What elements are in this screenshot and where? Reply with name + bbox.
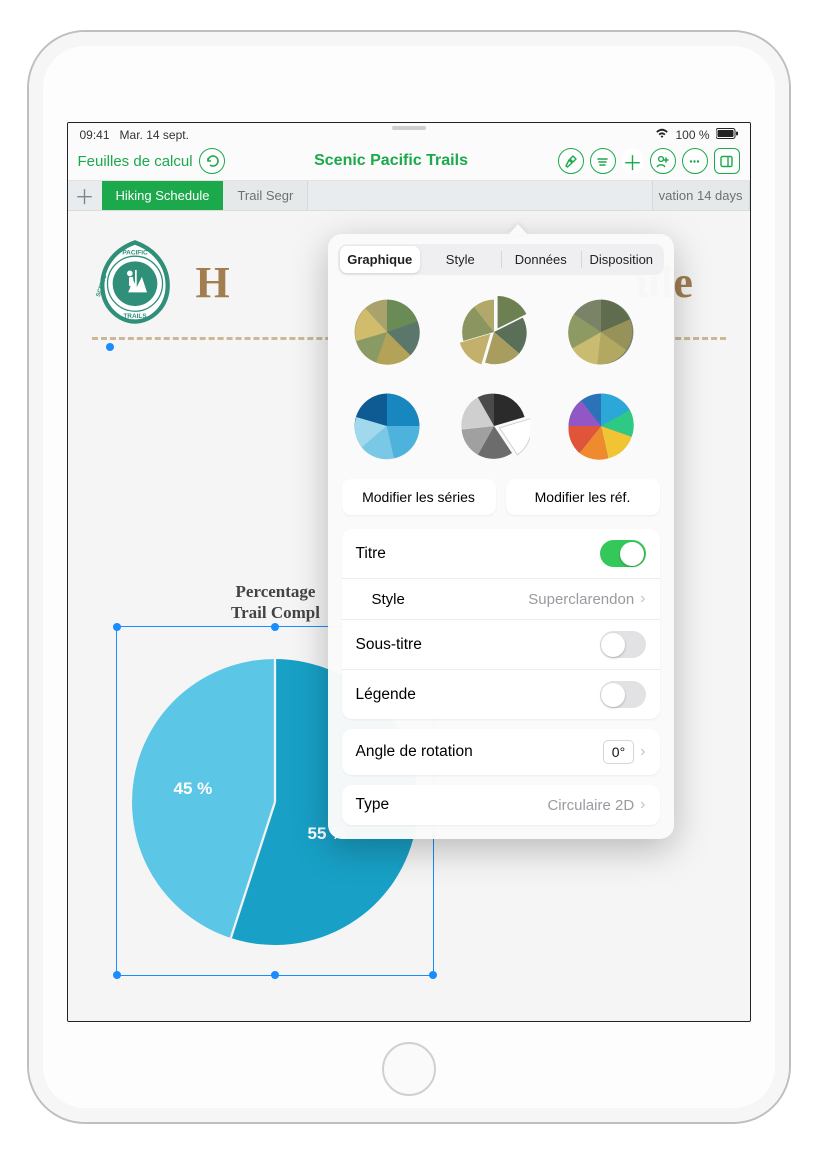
chevron-right-icon: › [640, 796, 645, 814]
collab-icon[interactable] [650, 148, 676, 174]
popover-button-row: Modifier les séries Modifier les réf. [342, 479, 660, 515]
title-toggle[interactable] [600, 540, 646, 567]
row-subtitle: Sous-titre [342, 620, 660, 670]
row-rotation-label: Angle de rotation [356, 743, 473, 761]
resize-handle-s[interactable] [271, 971, 279, 979]
chart-style-6[interactable] [560, 385, 642, 467]
chart-style-4[interactable] [346, 385, 428, 467]
chart-style-5[interactable] [453, 385, 535, 467]
multitask-handle[interactable] [392, 126, 426, 130]
ipad-frame: 09:41 Mar. 14 sept. 100 % Feuilles de ca… [29, 32, 789, 1122]
seg-data[interactable]: Données [501, 246, 582, 273]
chevron-right-icon: › [640, 590, 645, 608]
row-rotation[interactable]: Angle de rotation 0° › [342, 729, 660, 775]
resize-handle-nw[interactable] [113, 623, 121, 631]
seg-graph[interactable]: Graphique [340, 246, 421, 273]
edit-series-button[interactable]: Modifier les séries [342, 479, 496, 515]
settings-list-1: Titre Style Superclarendon › Sous-titre L… [342, 529, 660, 719]
row-style-label: Style [372, 591, 405, 608]
row-title: Titre [342, 529, 660, 579]
screen: 09:41 Mar. 14 sept. 100 % Feuilles de ca… [67, 122, 751, 1022]
legend-toggle[interactable] [600, 681, 646, 708]
status-left: 09:41 Mar. 14 sept. [80, 128, 189, 142]
popover-segmented-control[interactable]: Graphique Style Données Disposition [338, 244, 664, 275]
resize-handle-n[interactable] [271, 623, 279, 631]
chart-style-grid [338, 275, 664, 479]
add-sheet-button[interactable]: ＋ [68, 181, 102, 210]
title-selection-handle[interactable] [106, 343, 114, 351]
row-style[interactable]: Style Superclarendon › [342, 579, 660, 620]
status-time: 09:41 [80, 128, 110, 142]
app-toolbar: Feuilles de calcul Scenic Pacific Trails… [68, 144, 750, 181]
row-type-label: Type [356, 796, 390, 814]
back-button[interactable]: Feuilles de calcul [78, 153, 193, 170]
edit-refs-button[interactable]: Modifier les réf. [506, 479, 660, 515]
subtitle-toggle[interactable] [600, 631, 646, 658]
settings-list-3: Type Circulaire 2D › [342, 785, 660, 825]
row-legend: Légende [342, 670, 660, 719]
brand-logo: PACIFIC TRAILS SCENIC [92, 239, 178, 325]
rotation-value[interactable]: 0° [603, 740, 634, 764]
chart-style-3[interactable] [560, 291, 642, 373]
insert-icon[interactable]: ＋ [622, 148, 644, 174]
row-title-label: Titre [356, 545, 386, 563]
row-type[interactable]: Type Circulaire 2D › [342, 785, 660, 825]
slice-b-label: 45 % [174, 779, 213, 799]
spreadsheet-canvas[interactable]: PACIFIC TRAILS SCENIC H ________________… [68, 211, 750, 1022]
filter-icon[interactable] [590, 148, 616, 174]
row-type-value: Circulaire 2D [547, 797, 634, 814]
sheet-tab-overflow[interactable]: vation 14 days [652, 181, 750, 210]
svg-text:TRAILS: TRAILS [123, 313, 147, 320]
sheet-tabs: ＋ Hiking Schedule Trail Segr vation 14 d… [68, 181, 750, 211]
status-date: Mar. 14 sept. [120, 128, 189, 142]
sheet-tab-next[interactable]: Trail Segr [223, 181, 308, 210]
svg-text:PACIFIC: PACIFIC [122, 249, 148, 256]
format-brush-icon[interactable] [558, 148, 584, 174]
chart-style-2[interactable] [453, 291, 535, 373]
format-popover: Graphique Style Données Disposition Modi… [328, 234, 674, 839]
sheet-tab-active[interactable]: Hiking Schedule [102, 181, 224, 210]
chevron-right-icon: › [640, 743, 645, 761]
status-right: 100 % [655, 127, 737, 142]
chart-style-1[interactable] [346, 291, 428, 373]
undo-icon[interactable] [199, 148, 225, 174]
row-legend-label: Légende [356, 686, 416, 704]
battery-text: 100 % [675, 128, 709, 142]
seg-layout[interactable]: Disposition [581, 246, 662, 273]
row-style-value: Superclarendon [528, 591, 634, 608]
settings-list-2: Angle de rotation 0° › [342, 729, 660, 775]
sidebar-icon[interactable] [714, 148, 740, 174]
resize-handle-sw[interactable] [113, 971, 121, 979]
document-title[interactable]: Scenic Pacific Trails [231, 152, 552, 170]
battery-icon [716, 128, 738, 142]
more-icon[interactable] [682, 148, 708, 174]
home-button[interactable] [382, 1042, 436, 1096]
row-subtitle-label: Sous-titre [356, 636, 422, 654]
wifi-icon [655, 127, 669, 142]
resize-handle-se[interactable] [429, 971, 437, 979]
seg-style[interactable]: Style [420, 246, 501, 273]
